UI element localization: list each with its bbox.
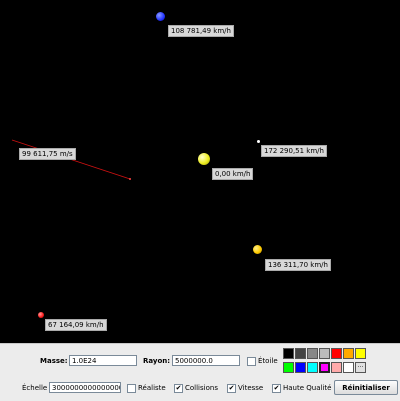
white-planet-speed-label: 172 290,51 km/h [261, 145, 327, 157]
speed-checkbox[interactable]: ✔ [227, 384, 236, 393]
sun[interactable] [198, 153, 210, 165]
realistic-checkbox[interactable] [127, 384, 136, 393]
color-swatch-yellow[interactable] [355, 348, 366, 359]
high-quality-checkbox[interactable]: ✔ [272, 384, 281, 393]
realistic-label: Réaliste [138, 384, 166, 392]
reset-button[interactable]: Réinitialiser [334, 380, 398, 395]
yellow-planet[interactable] [253, 245, 262, 254]
blue-planet[interactable] [156, 12, 165, 21]
mass-label: Masse: [40, 357, 68, 365]
star-checkbox[interactable] [247, 357, 256, 366]
color-swatch-pink[interactable] [331, 362, 342, 373]
color-swatch-dark-gray[interactable] [295, 348, 306, 359]
collisions-label: Collisions [185, 384, 218, 392]
red-planet-speed-label: 67 164,09 km/h [45, 319, 107, 331]
star-label: Étoile [258, 357, 278, 365]
radius-input[interactable]: 5000000.0 [172, 355, 240, 366]
color-swatch-cyan[interactable] [307, 362, 318, 373]
yellow-planet-speed-label: 136 311,70 km/h [265, 259, 331, 271]
white-planet[interactable] [257, 140, 260, 143]
color-swatch-light-gray[interactable] [319, 348, 330, 359]
high-quality-label: Haute Qualité [283, 384, 332, 392]
control-panel: Masse: 1.0E24 Rayon: 5000000.0 Étoile ..… [0, 343, 400, 401]
simulation-canvas[interactable]: 108 781,49 km/h 172 290,51 km/h 0,00 km/… [0, 0, 400, 343]
color-swatch-white[interactable] [343, 362, 354, 373]
color-swatch-blue[interactable] [295, 362, 306, 373]
drag-vector-end [129, 178, 131, 180]
color-swatch-orange[interactable] [343, 348, 354, 359]
speed-label: Vitesse [238, 384, 264, 392]
drag-vector-label: 99 611,75 m/s [19, 148, 76, 160]
color-palette: ... [283, 348, 371, 376]
more-colors-button[interactable]: ... [355, 362, 366, 373]
color-swatch-magenta[interactable] [319, 362, 330, 373]
red-planet[interactable] [38, 312, 44, 318]
color-swatch-gray[interactable] [307, 348, 318, 359]
mass-input[interactable]: 1.0E24 [69, 355, 137, 366]
sun-speed-label: 0,00 km/h [212, 168, 254, 180]
drag-vector-layer [11, 139, 131, 180]
color-swatch-black[interactable] [283, 348, 294, 359]
collisions-checkbox[interactable]: ✔ [174, 384, 183, 393]
blue-planet-speed-label: 108 781,49 km/h [168, 25, 234, 37]
scale-input[interactable]: 3000000000000000005 [49, 382, 121, 393]
color-swatch-red[interactable] [331, 348, 342, 359]
color-swatch-green[interactable] [283, 362, 294, 373]
scale-label: Échelle [22, 384, 48, 392]
radius-label: Rayon: [143, 357, 171, 365]
